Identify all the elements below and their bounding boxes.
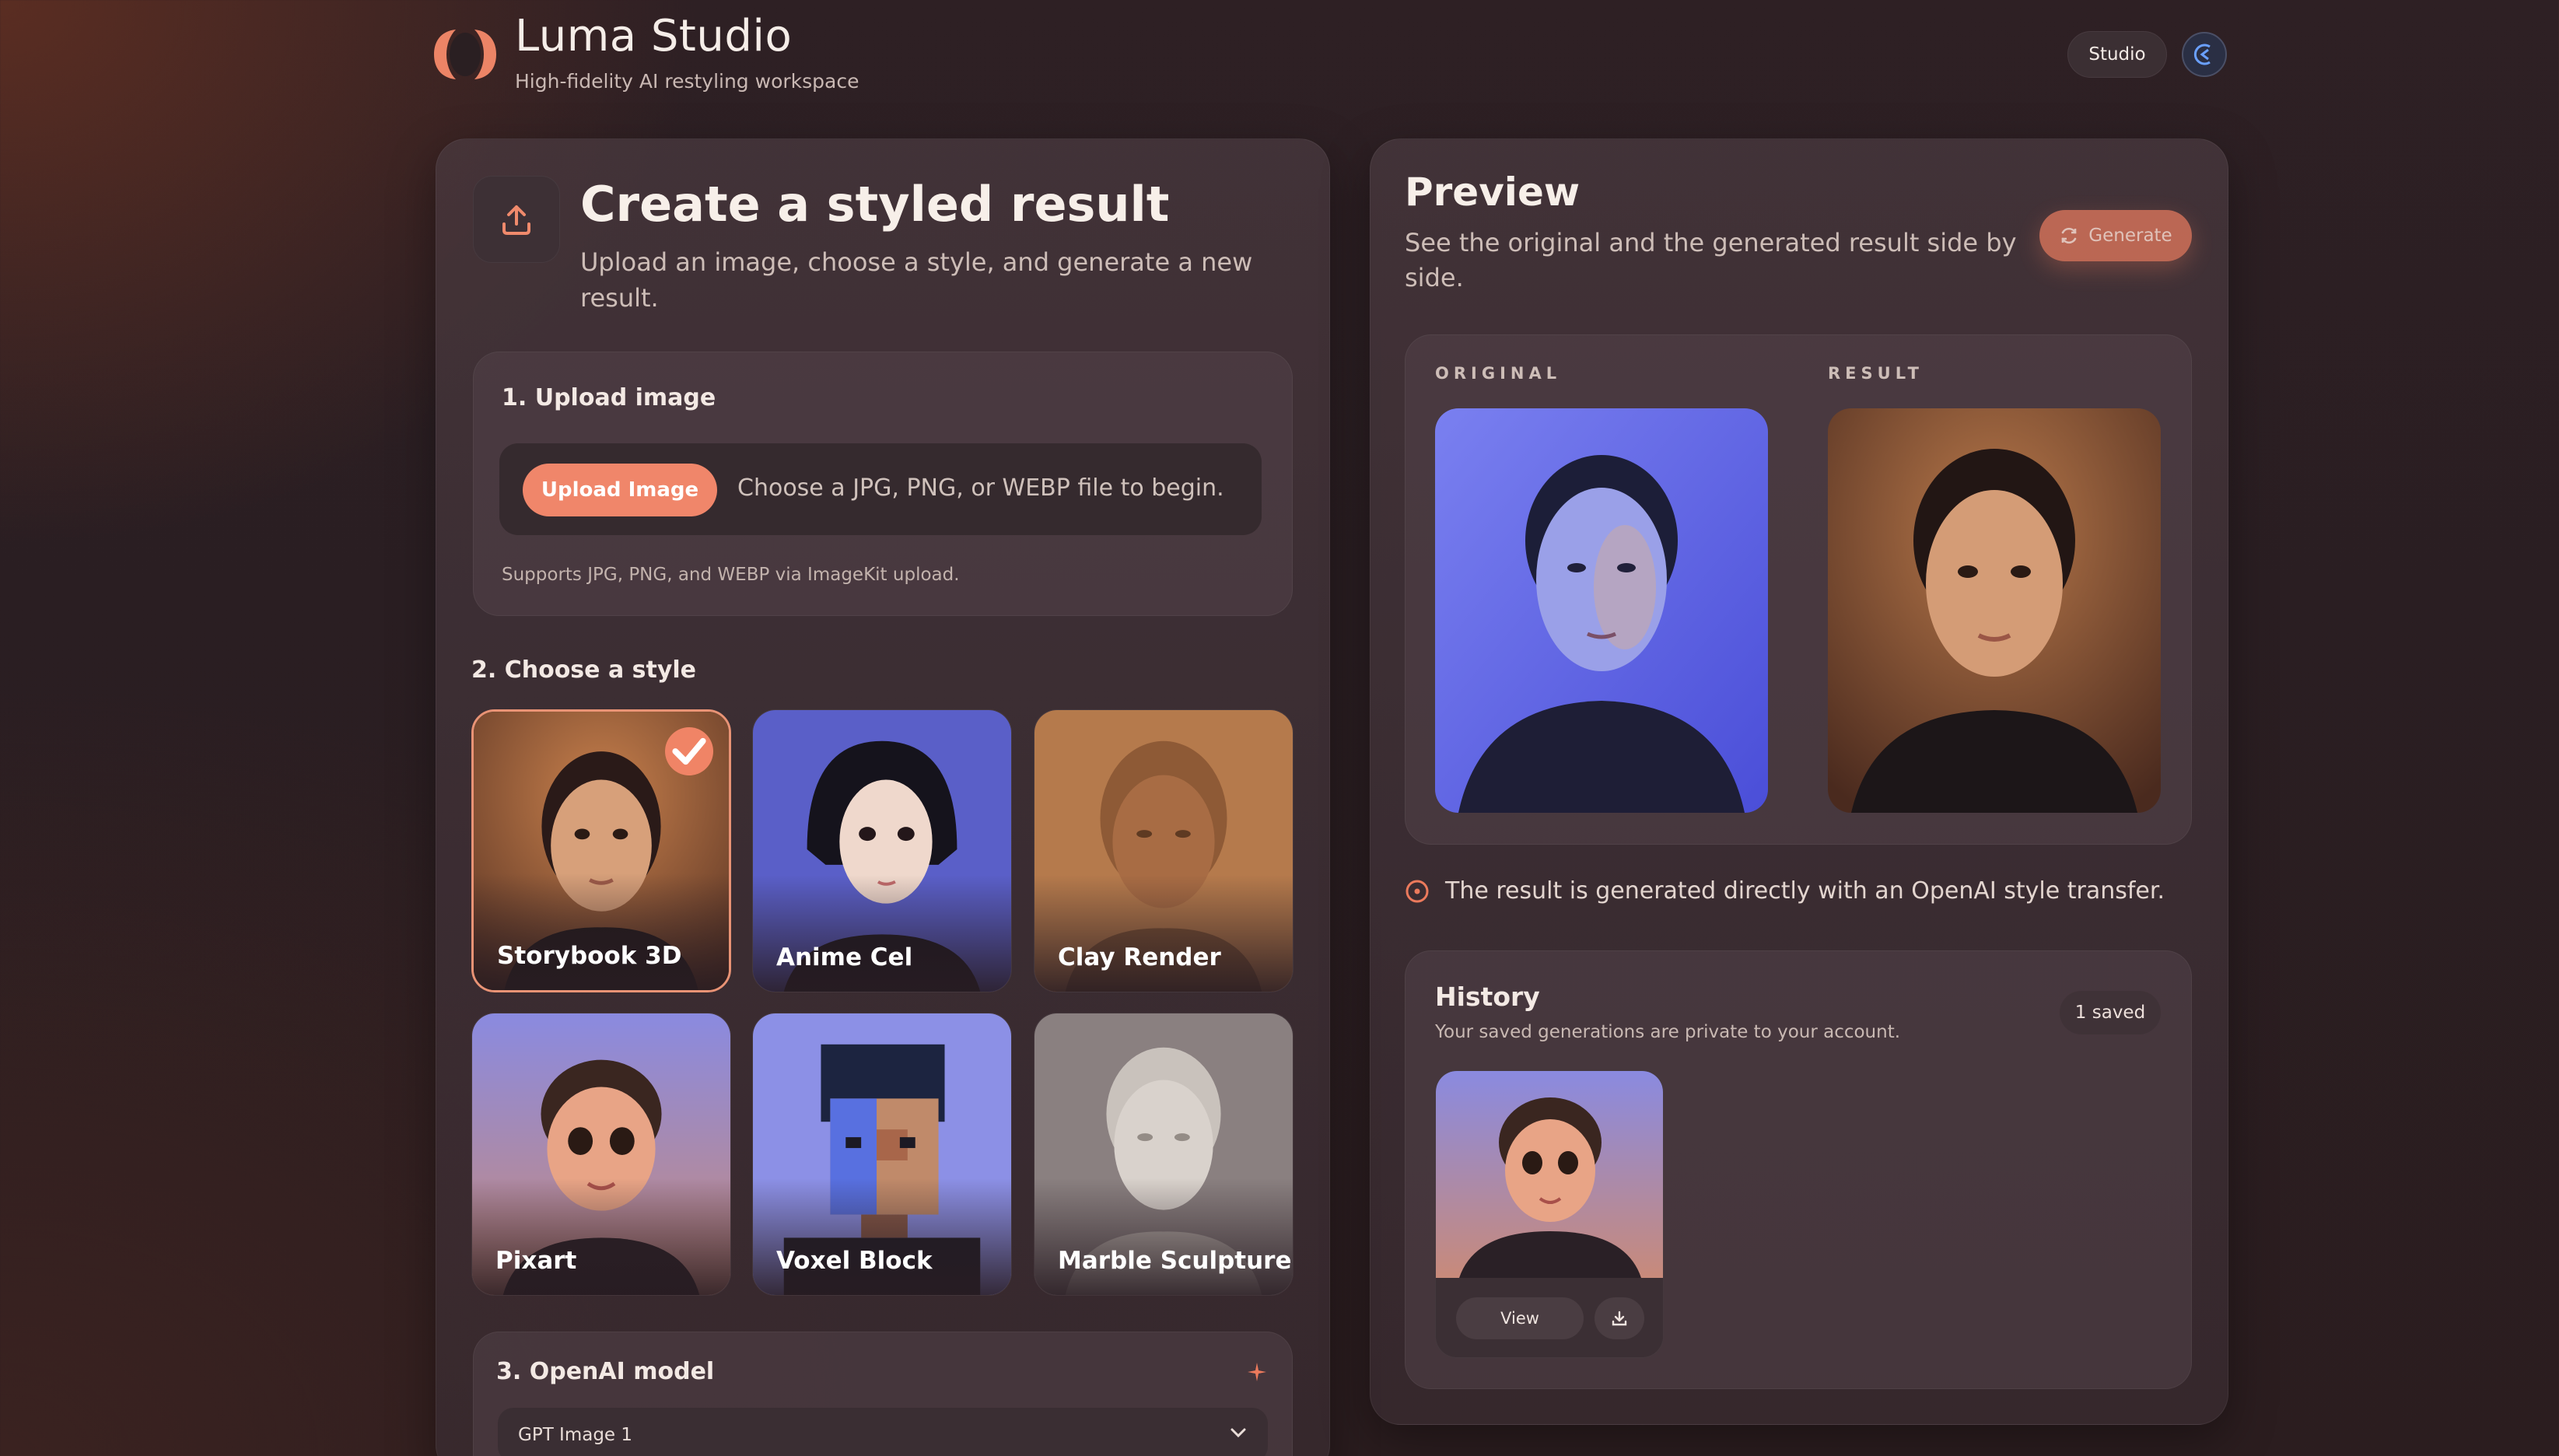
style-label: Clay Render — [1058, 943, 1221, 971]
style-label: Voxel Block — [776, 1247, 933, 1275]
original-image — [1435, 408, 1768, 813]
studio-button[interactable]: Studio — [2067, 31, 2167, 78]
result-caption: RESULT — [1828, 364, 1924, 383]
sparkle-icon — [1244, 1360, 1269, 1388]
upload-icon — [502, 205, 530, 235]
create-title: Create a styled result — [580, 176, 1170, 233]
info-row: The result is generated directly with an… — [1405, 877, 2165, 905]
selected-check-icon — [665, 727, 713, 775]
create-subtitle: Upload an image, choose a style, and gen… — [580, 247, 1253, 313]
upload-hint: Choose a JPG, PNG, or WEBP file to begin… — [737, 474, 1224, 502]
user-avatar[interactable] — [2182, 32, 2227, 77]
style-step-label: 2. Choose a style — [471, 656, 697, 684]
upload-image-button[interactable]: Upload Image — [523, 464, 717, 516]
style-tile-clay-render[interactable]: Clay Render — [1034, 709, 1294, 992]
upload-note: Supports JPG, PNG, and WEBP via ImageKit… — [502, 565, 960, 585]
style-label: Storybook 3D — [497, 942, 682, 970]
app-subtitle: High-fidelity AI restyling workspace — [515, 70, 859, 93]
model-select[interactable]: GPT Image 1 — [498, 1408, 1268, 1456]
info-icon — [1406, 880, 1429, 902]
style-tile-marble-sculpture[interactable]: Marble Sculpture — [1034, 1013, 1294, 1296]
model-step-label: 3. OpenAI model — [496, 1358, 715, 1385]
generate-label: Generate — [2088, 226, 2172, 246]
preview-title: Preview — [1405, 170, 1581, 215]
original-caption: ORIGINAL — [1435, 364, 1562, 383]
download-icon — [1612, 1311, 1627, 1326]
info-text: The result is generated directly with an… — [1445, 877, 2165, 905]
history-title: History — [1435, 982, 1540, 1012]
app-title: Luma Studio — [515, 11, 793, 61]
chevron-down-icon — [1229, 1426, 1248, 1442]
style-tile-pixart[interactable]: Pixart — [471, 1013, 731, 1296]
view-button[interactable]: View — [1456, 1297, 1584, 1339]
style-tile-storybook-3d[interactable]: Storybook 3D — [471, 709, 731, 992]
upload-tile — [473, 176, 560, 263]
history-thumbnail[interactable] — [1436, 1071, 1664, 1278]
style-label: Pixart — [495, 1247, 577, 1275]
account-icon — [2193, 44, 2211, 65]
preview-subtitle: See the original and the generated resul… — [1405, 228, 2017, 292]
style-tile-anime-cel[interactable]: Anime Cel — [752, 709, 1012, 992]
upload-step-label: 1. Upload image — [502, 384, 716, 411]
app-logo — [432, 26, 498, 82]
result-image — [1828, 408, 2161, 813]
saved-count-badge: 1 saved — [2060, 991, 2161, 1034]
generate-button[interactable]: Generate — [2039, 210, 2192, 261]
download-button[interactable] — [1595, 1297, 1644, 1339]
refresh-icon — [2061, 227, 2077, 244]
style-tile-voxel-block[interactable]: Voxel Block — [752, 1013, 1012, 1296]
history-subtitle: Your saved generations are private to yo… — [1435, 1022, 1901, 1042]
style-label: Marble Sculpture — [1058, 1247, 1292, 1275]
style-label: Anime Cel — [776, 943, 913, 971]
